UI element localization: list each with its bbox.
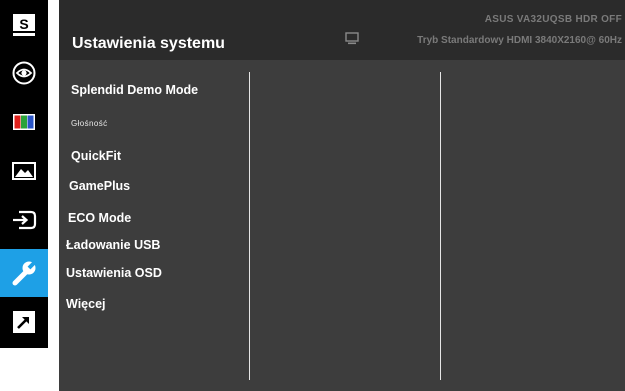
wrench-icon	[12, 259, 38, 286]
menu-item-splendid-demo-mode[interactable]: Splendid Demo Mode	[71, 83, 198, 97]
column-divider-2	[440, 72, 441, 380]
model-info: ASUS VA32UQSB HDR OFF	[484, 14, 622, 25]
sidebar-item-splendid[interactable]: S	[0, 1, 48, 49]
sidebar-item-input-select[interactable]	[0, 196, 48, 244]
menu-item-quickfit[interactable]: QuickFit	[71, 149, 121, 163]
sidebar-item-image[interactable]	[0, 147, 48, 195]
menu-item-osd-setup[interactable]: Ustawienia OSD	[66, 266, 162, 280]
header-bar: Ustawienia systemu ASUS VA32UQSB HDR OFF…	[59, 0, 625, 60]
sidebar-item-shortcut[interactable]	[0, 298, 48, 346]
monitor-icon	[345, 32, 359, 45]
page-title: Ustawienia systemu	[72, 35, 225, 52]
input-select-icon	[13, 210, 37, 230]
column-divider-1	[249, 72, 250, 380]
splendid-s-icon: S	[13, 14, 35, 36]
sidebar: S	[0, 0, 48, 348]
shortcut-arrow-icon	[13, 311, 35, 333]
color-bars-icon	[13, 114, 35, 130]
eye-icon	[12, 61, 36, 85]
sidebar-item-eye-care[interactable]	[0, 49, 48, 97]
menu-item-eco-mode[interactable]: ECO Mode	[68, 211, 131, 225]
sidebar-item-system-setup[interactable]	[0, 249, 48, 297]
menu-item-more[interactable]: Więcej	[66, 297, 106, 311]
menu-item-usb-charging[interactable]: Ładowanie USB	[66, 238, 160, 252]
sidebar-item-color[interactable]	[0, 98, 48, 146]
svg-text:S: S	[19, 16, 28, 32]
menu-item-gameplus[interactable]: GamePlus	[69, 179, 130, 193]
image-icon	[12, 162, 36, 180]
osd-main-panel: Ustawienia systemu ASUS VA32UQSB HDR OFF…	[59, 0, 625, 391]
signal-status: Tryb Standardowy HDMI 3840X2160@ 60Hz	[417, 35, 622, 46]
menu-item-volume[interactable]: Głośność	[71, 119, 108, 128]
